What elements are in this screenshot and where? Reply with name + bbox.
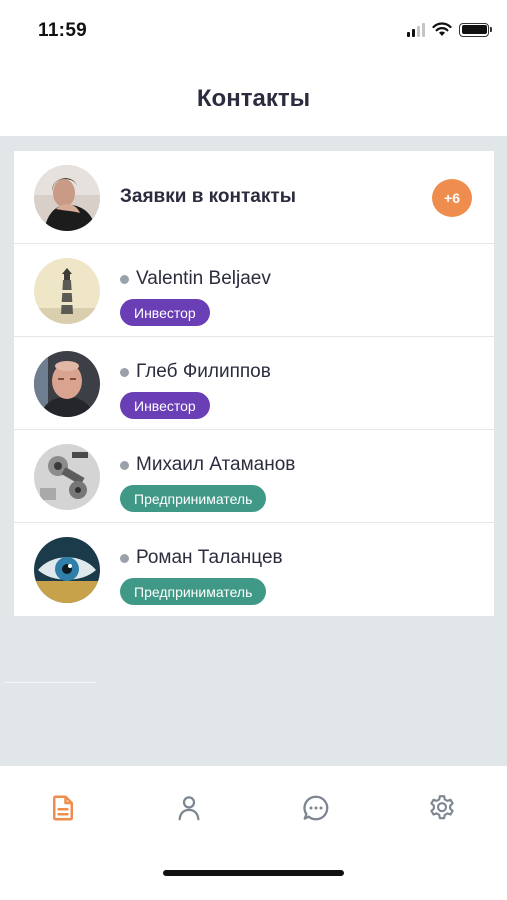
status-bar: 11:59 bbox=[0, 0, 507, 62]
contact-row[interactable]: Valentin Beljaev Инвестор bbox=[14, 244, 494, 337]
avatar bbox=[34, 165, 100, 231]
role-badge: Предприниматель bbox=[120, 578, 267, 605]
tab-bar bbox=[0, 766, 507, 900]
status-dot bbox=[120, 274, 129, 284]
lighthouse-avatar-image bbox=[34, 258, 100, 324]
document-icon bbox=[53, 795, 73, 821]
man-portrait-avatar-image bbox=[34, 351, 100, 417]
battery-icon bbox=[459, 22, 492, 37]
nav-header: Контакты bbox=[0, 62, 507, 136]
contact-name-line: Михаил Атаманов bbox=[120, 454, 295, 476]
contacts-content: Заявки в контакты +6 Valentin Beljaev Ин… bbox=[0, 136, 507, 766]
tab-settings[interactable] bbox=[422, 788, 462, 828]
page-title: Контакты bbox=[196, 85, 311, 112]
contact-requests-row[interactable]: Заявки в контакты +6 bbox=[14, 151, 494, 244]
contact-name: Роман Таланцев bbox=[136, 547, 283, 568]
status-time: 11:59 bbox=[38, 20, 88, 41]
avatar bbox=[34, 258, 100, 324]
requests-count-badge: +6 bbox=[432, 179, 472, 217]
requests-avatar-image bbox=[34, 165, 100, 231]
status-dot bbox=[120, 367, 129, 377]
home-indicator[interactable] bbox=[163, 870, 344, 876]
status-dot bbox=[120, 460, 129, 470]
eye-avatar-image bbox=[34, 537, 100, 603]
contact-name: Глеб Филиппов bbox=[136, 361, 271, 382]
wifi-icon bbox=[432, 22, 452, 36]
gear-icon bbox=[430, 795, 454, 820]
tab-documents[interactable] bbox=[43, 788, 83, 828]
contact-row[interactable]: Михаил Атаманов Предприниматель bbox=[14, 430, 494, 523]
contacts-list: Заявки в контакты +6 Valentin Beljaev Ин… bbox=[14, 151, 494, 616]
role-badge: Инвестор bbox=[120, 299, 210, 326]
chat-icon bbox=[303, 795, 329, 821]
tab-profile[interactable] bbox=[169, 788, 209, 828]
contact-name-line: Valentin Beljaev bbox=[120, 268, 271, 290]
contact-name-line: Глеб Филиппов bbox=[120, 361, 271, 383]
status-icons bbox=[407, 22, 492, 37]
machinery-avatar-image bbox=[34, 444, 100, 510]
contact-name: Михаил Атаманов bbox=[136, 454, 296, 475]
status-dot bbox=[120, 553, 129, 563]
avatar bbox=[34, 351, 100, 417]
person-icon bbox=[178, 796, 200, 821]
contact-row[interactable]: Глеб Филиппов Инвестор bbox=[14, 337, 494, 430]
avatar bbox=[34, 537, 100, 603]
tab-chat[interactable] bbox=[296, 788, 336, 828]
divider bbox=[4, 682, 96, 683]
role-badge: Предприниматель bbox=[120, 485, 267, 512]
contact-row[interactable]: Роман Таланцев Предприниматель bbox=[14, 523, 494, 616]
contact-name: Valentin Beljaev bbox=[136, 268, 271, 289]
cellular-signal-icon bbox=[407, 22, 425, 37]
role-badge: Инвестор bbox=[120, 392, 210, 419]
contact-name-line: Роман Таланцев bbox=[120, 547, 283, 569]
avatar bbox=[34, 444, 100, 510]
contact-requests-label: Заявки в контакты bbox=[120, 186, 296, 207]
